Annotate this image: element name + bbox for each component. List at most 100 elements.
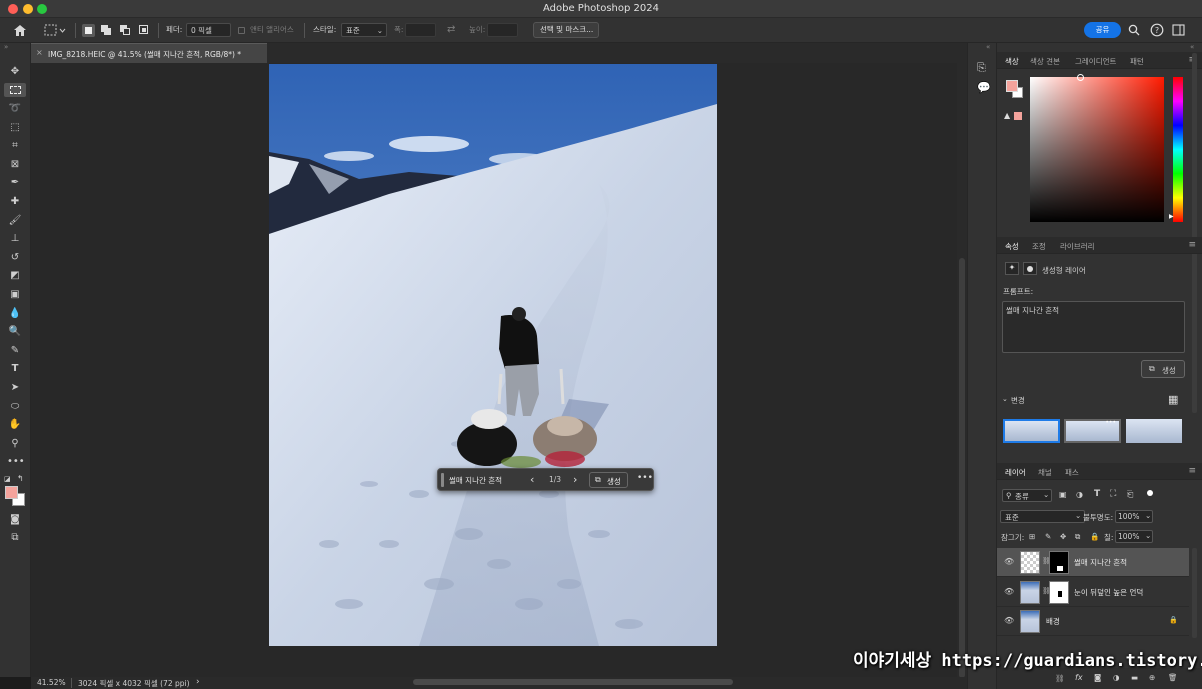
tab-properties[interactable]: 속성 [1005,241,1019,252]
object-selection-tool-icon[interactable]: ⬚ [7,121,23,135]
path-selection-tool-icon[interactable]: ➤ [7,381,23,395]
eyedropper-tool-icon[interactable]: ✒ [7,176,23,190]
hue-slider-marker-icon[interactable]: ▶ [1169,213,1174,220]
share-button[interactable]: 공유 [1084,22,1121,38]
marquee-preset-icon[interactable] [44,24,66,37]
variations-grid-icon[interactable]: ▦ [1168,393,1178,406]
add-selection-button[interactable] [100,24,113,37]
width-input[interactable] [405,23,436,37]
lasso-tool-icon[interactable]: ➰ [7,102,23,116]
move-tool-icon[interactable]: ✥ [7,65,23,79]
tab-gradients[interactable]: 그레이디언트 [1075,56,1116,67]
tab-paths[interactable]: 패스 [1065,467,1079,478]
layer-lock-icon[interactable]: 🔒 [1169,616,1178,624]
variation-more-icon[interactable]: ••• [1105,419,1116,426]
opacity-input[interactable]: 100% ⌄ [1115,510,1153,523]
layer-filter-select[interactable]: ⚲ 종류 ⌄ [1002,489,1052,502]
more-tools-icon[interactable]: ••• [7,455,25,469]
add-mask-icon[interactable]: ◙ [1094,673,1101,682]
search-icon[interactable] [1128,24,1140,36]
layers-scrollbar[interactable] [1192,548,1197,638]
layer-mask-thumbnail[interactable] [1049,551,1069,574]
previous-variation-icon[interactable]: ‹ [530,473,534,486]
tab-adjustments[interactable]: 조정 [1032,241,1046,252]
panel-scrollbar[interactable] [1192,53,1197,413]
document-tab[interactable]: × IMG_8218.HEIC @ 41.5% (썰매 지나간 흔적, RGB/… [31,43,267,63]
properties-generate-button[interactable]: ⧉ 생성 [1141,360,1185,378]
dodge-tool-icon[interactable]: 🔍 [7,325,23,339]
mask-icon[interactable] [1023,262,1037,275]
layer-name[interactable]: 눈이 뒤덮인 높은 언덕 [1074,587,1143,598]
style-select[interactable]: 표준 ⌄ [341,23,387,37]
tab-color[interactable]: 색상 [1005,56,1019,67]
home-icon[interactable] [13,24,27,37]
healing-brush-tool-icon[interactable]: ✚ [7,195,23,209]
collapse-panels-icon[interactable]: « [1190,43,1194,51]
default-colors-icon[interactable]: ◪ [4,475,11,483]
brush-tool-icon[interactable]: 🖌 [7,214,23,228]
frame-tool-icon[interactable]: ⊠ [7,158,23,172]
delete-layer-icon[interactable]: 🗑 [1168,673,1178,682]
generate-button[interactable]: ⧉ 생성 [589,472,628,488]
color-saturation-field[interactable] [1030,77,1164,222]
crop-tool-icon[interactable]: ⌗ [7,139,23,153]
new-layer-icon[interactable]: ⊕ [1149,673,1155,682]
gradient-tool-icon[interactable]: ▣ [7,288,23,302]
canvas-horizontal-scroll-thumb[interactable] [413,679,733,685]
document-canvas-image[interactable] [269,64,717,646]
shape-tool-icon[interactable]: ⬭ [7,400,23,414]
lock-transparent-icon[interactable]: ⊞ [1029,532,1035,541]
more-options-icon[interactable]: ••• [637,473,653,483]
visibility-eye-icon[interactable]: 👁 [1004,557,1014,566]
layer-style-icon[interactable]: fx [1075,673,1083,682]
status-menu-chevron-icon[interactable]: › [196,677,200,687]
filter-smart-object-icon[interactable]: ⎗ [1127,490,1133,500]
height-input[interactable] [487,23,518,37]
next-variation-icon[interactable]: › [573,473,577,486]
help-icon[interactable]: ? [1150,23,1164,37]
foreground-color-swatch[interactable] [5,486,18,499]
comments-panel-icon[interactable]: 💬 [977,81,991,94]
feather-input[interactable]: 0 픽셀 [186,23,231,37]
layer-row[interactable]: 👁 ⛓ 눈이 뒤덮인 높은 언덕 [997,578,1189,607]
filter-type-icon[interactable]: T [1094,489,1100,499]
select-and-mask-button[interactable]: 선택 및 마스크... [533,22,599,38]
prompt-textarea[interactable]: 썰매 지나간 흔적 [1002,301,1185,353]
properties-panel-menu-icon[interactable]: ≡ [1188,240,1196,250]
swap-dimensions-icon[interactable]: ⇄ [447,23,455,37]
hand-tool-icon[interactable]: ✋ [7,418,23,432]
hue-slider[interactable] [1173,77,1183,222]
lock-artboard-icon[interactable]: ⧉ [1075,532,1080,542]
tab-swatches[interactable]: 색상 견본 [1030,56,1060,67]
swap-colors-icon[interactable]: ↰ [17,474,24,483]
history-panel-icon[interactable]: ⎘ [977,61,986,75]
layer-name[interactable]: 배경 [1046,616,1060,627]
filter-toggle-icon[interactable] [1147,490,1153,496]
close-tab-icon[interactable]: × [36,48,43,57]
variation-thumbnail-1[interactable] [1003,419,1060,443]
collapse-dock-icon[interactable]: « [986,43,990,51]
subtract-selection-button[interactable] [119,24,132,37]
quick-mask-icon[interactable]: ◙ [7,513,23,527]
lock-image-icon[interactable]: ✎ [1045,532,1051,541]
tab-libraries[interactable]: 라이브러리 [1060,241,1095,252]
lock-all-icon[interactable]: 🔒 [1090,532,1099,541]
layer-row[interactable]: 👁 배경 🔒 [997,607,1189,636]
filter-adjustment-icon[interactable]: ◑ [1076,490,1083,499]
anti-alias-checkbox[interactable] [238,27,245,34]
clone-stamp-tool-icon[interactable]: ⊥ [7,232,23,246]
gamut-warning-icon[interactable]: ▲ [1004,111,1010,120]
adjustment-layer-icon[interactable]: ◑ [1113,673,1120,682]
visibility-eye-icon[interactable]: 👁 [1004,587,1014,596]
layer-name[interactable]: 썰매 지나간 흔적 [1074,557,1127,568]
layer-row[interactable]: 👁 ⛓ 썰매 지나간 흔적 [997,548,1189,577]
layers-panel-menu-icon[interactable]: ≡ [1188,466,1196,476]
eraser-tool-icon[interactable]: ◩ [7,269,23,283]
tab-layers[interactable]: 레이어 [1005,467,1026,478]
color-picker-handle[interactable] [1077,74,1084,81]
lock-position-icon[interactable]: ✥ [1060,532,1066,541]
generative-prompt-field[interactable]: 썰매 지나간 흔적 [449,475,502,486]
link-layers-icon[interactable]: ⛓ [1055,674,1065,683]
intersect-selection-button[interactable] [138,24,151,37]
collapse-toolbar-icon[interactable]: » [4,43,8,51]
